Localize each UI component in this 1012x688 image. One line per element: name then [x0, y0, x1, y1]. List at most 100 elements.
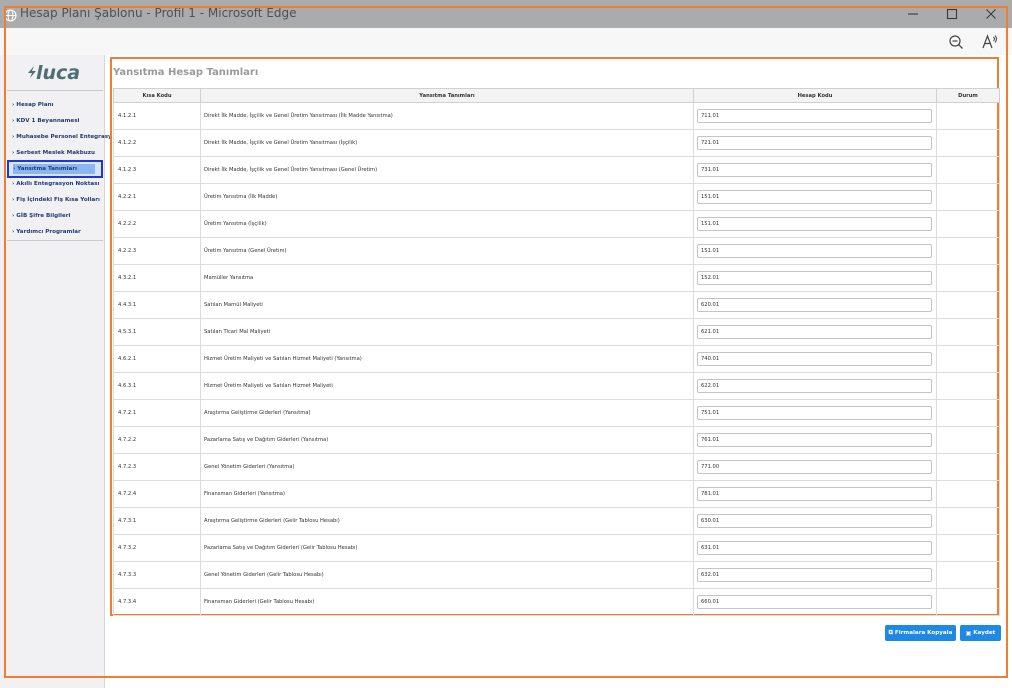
sidebar-item-label: Yardımcı Programlar — [16, 229, 81, 235]
hesap-kodu-cell: 711.01 — [693, 102, 937, 130]
save-button-label: Kaydet — [973, 630, 996, 636]
table-row: 4.4.3.1 Satılan Mamül Maliyeti 620.01 — [113, 291, 1000, 319]
table-row: 4.2.2.1 Üretim Yansıtma (İlk Madde) 151.01 — [113, 183, 1000, 211]
durum-cell — [936, 480, 1000, 508]
column-header[interactable]: Durum — [936, 88, 1000, 103]
hesap-kodu-input[interactable]: 151.01 — [697, 217, 932, 231]
hesap-kodu-input[interactable]: 721.01 — [697, 136, 932, 150]
copy-to-companies-button[interactable]: ⧉ Firmalara Kopyala — [885, 625, 956, 641]
kisa-kodu-cell: 4.4.3.1 — [113, 291, 201, 319]
hesap-kodu-cell: 632.01 — [693, 561, 937, 589]
maximize-button[interactable] — [941, 4, 963, 24]
yansitma-tanimi-cell: Direkt İlk Madde, İşçilik ve Genel Üreti… — [200, 102, 694, 130]
table-row: 4.7.3.2 Pazarlama Satış ve Dağıtım Giderl… — [113, 534, 1000, 562]
yansitma-tanimi-cell: Pazarlama Satış ve Dağıtım Giderleri (Ge… — [200, 534, 694, 562]
table-row: 4.7.3.3 Genel Yönetim Giderleri (Gelir Ta… — [113, 561, 1000, 589]
hesap-kodu-cell: 761.01 — [693, 426, 937, 454]
sidebar-item-hesap-plani[interactable]: › Hesap Planı — [8, 98, 100, 112]
table-row: 4.7.2.3 Genel Yönetim Giderleri (Yansıtma… — [113, 453, 1000, 481]
table-row: 4.2.2.2 Üretim Yansıtma (İşçilik) 151.01 — [113, 210, 1000, 238]
kisa-kodu-cell: 4.7.2.2 — [113, 426, 201, 454]
yansitma-tanimi-cell: Finansman Giderleri (Yansıtma) — [200, 480, 694, 508]
yansitma-tanimi-cell: Üretim Yansıtma (İşçilik) — [200, 210, 694, 238]
zoom-out-icon[interactable] — [946, 32, 966, 52]
column-header[interactable]: Kısa Kodu — [113, 88, 201, 103]
durum-cell — [936, 210, 1000, 238]
sidebar-item-serbest-meslek[interactable]: › Serbest Meslek Makbuzu — [8, 146, 100, 160]
hesap-kodu-input[interactable]: 620.01 — [697, 298, 932, 312]
table-row: 4.5.3.1 Satılan Ticari Mal Maliyeti 621.01 — [113, 318, 1000, 346]
column-header[interactable]: Hesap Kodu — [693, 88, 937, 103]
divider — [7, 240, 103, 241]
kisa-kodu-cell: 4.5.3.1 — [113, 318, 201, 346]
hesap-kodu-input[interactable]: 781.01 — [697, 487, 932, 501]
yansitma-tanimi-cell: Genel Yönetim Giderleri (Gelir Tablosu H… — [200, 561, 694, 589]
hesap-kodu-cell: 660.01 — [693, 588, 937, 616]
hesap-kodu-input[interactable]: 711.01 — [697, 109, 932, 123]
hesap-kodu-input[interactable]: 621.01 — [697, 325, 932, 339]
hesap-kodu-input[interactable]: 151.01 — [697, 244, 932, 258]
hesap-kodu-cell: 781.01 — [693, 480, 937, 508]
table-row: 4.1.2.2 Direkt İlk Madde, İşçilik ve Gene… — [113, 129, 1000, 157]
hesap-kodu-input[interactable]: 660.01 — [697, 595, 932, 609]
page-title: Yansıtma Hesap Tanımları — [113, 67, 259, 78]
durum-cell — [936, 318, 1000, 346]
sidebar-item-gib-sifre[interactable]: › GİB Şifre Bilgileri — [8, 209, 100, 223]
hesap-kodu-cell: 620.01 — [693, 291, 937, 319]
minimize-button[interactable] — [902, 4, 924, 24]
hesap-kodu-input[interactable]: 152.01 — [697, 271, 932, 285]
durum-cell — [936, 156, 1000, 184]
hesap-kodu-cell: 771.00 — [693, 453, 937, 481]
close-button[interactable] — [980, 4, 1002, 24]
yansitma-tanimi-cell: Hizmet Üretim Maliyeti ve Satılan Hizmet… — [200, 345, 694, 373]
hesap-kodu-input[interactable]: 751.01 — [697, 406, 932, 420]
read-aloud-icon[interactable] — [980, 32, 1000, 52]
hesap-kodu-input[interactable]: 731.01 — [697, 163, 932, 177]
durum-cell — [936, 291, 1000, 319]
yansitma-tanimi-cell: Finansman Giderleri (Gelir Tablosu Hesab… — [200, 588, 694, 616]
hesap-kodu-cell: 151.01 — [693, 237, 937, 265]
sidebar-item-muhasebe-personel[interactable]: › Muhasebe Personel Entegrasyon — [8, 130, 120, 144]
durum-cell — [936, 507, 1000, 535]
hesap-kodu-input[interactable]: 630.01 — [697, 514, 932, 528]
copy-icon: ⧉ — [888, 629, 893, 636]
hesap-kodu-cell: 151.01 — [693, 210, 937, 238]
sidebar-item-yardimci-programlar[interactable]: › Yardımcı Programlar — [8, 225, 100, 239]
hesap-kodu-input[interactable]: 151.01 — [697, 190, 932, 204]
luca-logo: luca — [26, 62, 80, 84]
sidebar-item-label: Akıllı Entegrasyon Noktası — [16, 181, 100, 187]
yansitma-tanimi-cell: Üretim Yansıtma (İlk Madde) — [200, 183, 694, 211]
column-header[interactable]: Yansıtma Tanımları — [200, 88, 694, 103]
sidebar-item-yansitma-tanimlari[interactable]: › Yansıtma Tanımları — [7, 160, 103, 178]
kisa-kodu-cell: 4.1.2.1 — [113, 102, 201, 130]
yansitma-tanimi-cell: Mamüller Yansıtma — [200, 264, 694, 292]
hesap-kodu-cell: 621.01 — [693, 318, 937, 346]
sidebar-item-kdv-beyannamesi[interactable]: › KDV 1 Beyannamesi — [8, 114, 100, 128]
sidebar-item-akilli-entegrasyon[interactable]: › Akıllı Entegrasyon Noktası — [8, 177, 100, 191]
kisa-kodu-cell: 4.7.3.4 — [113, 588, 201, 616]
table-row: 4.7.2.4 Finansman Giderleri (Yansıtma) 781… — [113, 480, 1000, 508]
hesap-kodu-input[interactable]: 740.01 — [697, 352, 932, 366]
table-header-row: Kısa Kodu Yansıtma Tanımları Hesap Kodu … — [113, 88, 1000, 103]
durum-cell — [936, 453, 1000, 481]
hesap-kodu-input[interactable]: 632.01 — [697, 568, 932, 582]
sidebar-item-label: Muhasebe Personel Entegrasyon — [16, 134, 120, 140]
save-button[interactable]: ▣ Kaydet — [960, 625, 1001, 641]
kisa-kodu-cell: 4.3.2.1 — [113, 264, 201, 292]
kisa-kodu-cell: 4.2.2.3 — [113, 237, 201, 265]
hesap-kodu-input[interactable]: 622.01 — [697, 379, 932, 393]
durum-cell — [936, 129, 1000, 157]
table-row: 4.1.2.1 Direkt İlk Madde, İşçilik ve Gene… — [113, 102, 1000, 130]
hesap-kodu-input[interactable]: 631.01 — [697, 541, 932, 555]
durum-cell — [936, 264, 1000, 292]
yansitma-tanimi-cell: Satılan Mamül Maliyeti — [200, 291, 694, 319]
kisa-kodu-cell: 4.1.2.3 — [113, 156, 201, 184]
kisa-kodu-cell: 4.7.3.1 — [113, 507, 201, 535]
hesap-kodu-input[interactable]: 761.01 — [697, 433, 932, 447]
hesap-kodu-input[interactable]: 771.00 — [697, 460, 932, 474]
table-row: 4.7.3.1 Araştırma Geliştirme Giderleri (G… — [113, 507, 1000, 535]
sidebar-item-fis-kisa-yollari[interactable]: › Fiş İçindeki Fiş Kısa Yolları — [8, 193, 100, 207]
hesap-kodu-cell: 151.01 — [693, 183, 937, 211]
kisa-kodu-cell: 4.6.2.1 — [113, 345, 201, 373]
yansitma-tanimi-cell: Genel Yönetim Giderleri (Yansıtma) — [200, 453, 694, 481]
